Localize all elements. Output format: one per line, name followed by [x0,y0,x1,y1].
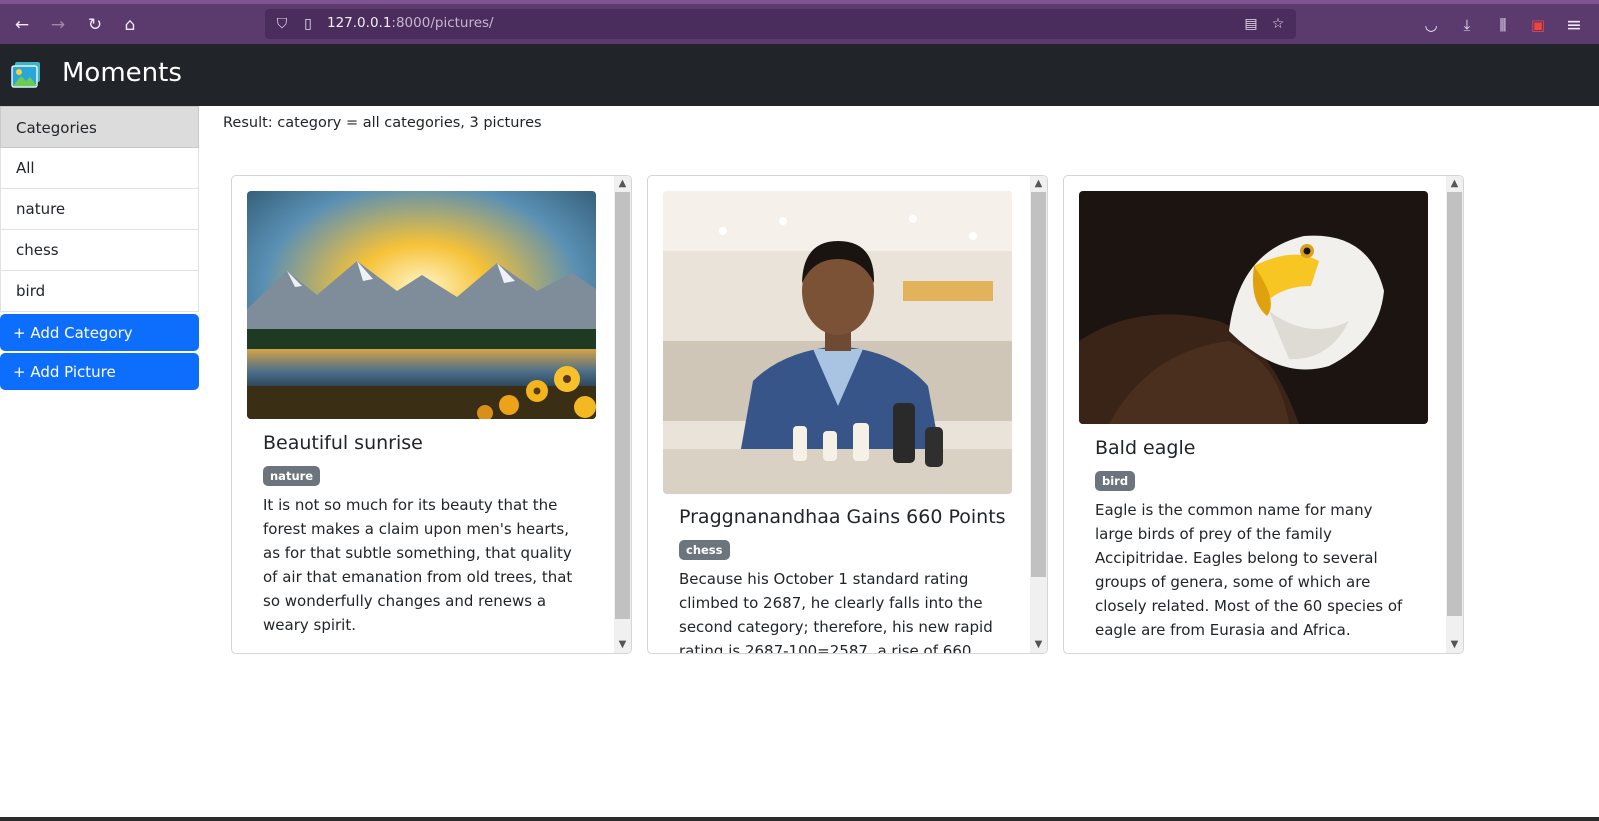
url-text[interactable]: 127.0.0.1:8000/pictures/ [327,15,494,31]
bookmark-star-icon[interactable]: ☆ [1269,15,1287,33]
reader-view-icon[interactable]: ▤ [1242,15,1260,33]
back-icon[interactable]: ← [11,14,33,36]
shield-icon[interactable]: ⛉ [273,15,291,33]
sunrise-image [247,191,596,419]
category-sidebar: Categories All nature chess bird + Add C… [0,106,199,390]
scroll-up-icon[interactable]: ▲ [614,176,631,192]
scroll-thumb[interactable] [1031,192,1046,577]
category-badge: nature [263,466,321,486]
menu-icon[interactable]: ≡ [1563,14,1585,36]
page-info-icon[interactable]: ▯ [299,15,317,33]
scroll-down-icon[interactable]: ▼ [1030,637,1047,653]
card-scrollbar[interactable]: ▲ ▼ [1446,176,1463,653]
card-description: Eagle is the common name for many large … [1095,501,1403,639]
scroll-up-icon[interactable]: ▲ [1030,176,1047,192]
pdf-icon[interactable]: ▣ [1527,14,1549,36]
card-title: Praggnanandhaa Gains 660 Points [679,506,1006,528]
category-item-chess[interactable]: chess [0,230,199,271]
forward-icon[interactable]: → [47,14,69,36]
categories-header: Categories [0,106,199,148]
chess-player-image [663,191,1012,494]
picture-card: Praggnanandhaa Gains 660 Points chess Be… [647,175,1048,654]
scroll-thumb[interactable] [1447,192,1462,616]
result-summary: Result: category = all categories, 3 pic… [223,115,542,131]
category-item-bird[interactable]: bird [0,271,199,312]
url-host: 127.0.0.1 [327,15,392,31]
card-scrollbar[interactable]: ▲ ▼ [614,176,631,653]
card-description: It is not so much for its beauty that th… [263,496,573,634]
scroll-down-icon[interactable]: ▼ [1446,637,1463,653]
download-icon[interactable]: ⤓ [1456,14,1478,36]
taskbar-edge [0,817,1599,821]
scroll-up-icon[interactable]: ▲ [1446,176,1463,192]
app-title[interactable]: Moments [62,58,182,88]
category-badge: chess [679,540,730,560]
reload-icon[interactable]: ↻ [84,14,106,36]
picture-card: Bald eagle bird Eagle is the common name… [1063,175,1464,654]
category-badge: bird [1095,471,1136,491]
library-icon[interactable]: ⫼ [1492,14,1514,36]
category-item-nature[interactable]: nature [0,189,199,230]
address-bar[interactable]: ⛉ ▯ 127.0.0.1:8000/pictures/ ▤ ☆ [265,9,1296,39]
scroll-thumb[interactable] [615,192,630,619]
url-path: :8000/pictures/ [391,15,494,31]
add-picture-button[interactable]: + Add Picture [0,353,199,390]
scroll-down-icon[interactable]: ▼ [614,637,631,653]
pictures-logo-icon[interactable] [11,61,41,89]
card-title: Beautiful sunrise [263,432,423,454]
add-category-button[interactable]: + Add Category [0,314,199,351]
home-icon[interactable]: ⌂ [119,14,141,36]
bald-eagle-image [1079,191,1428,424]
pocket-icon[interactable]: ◡ [1420,14,1442,36]
browser-toolbar: ← → ↻ ⌂ ⛉ ▯ 127.0.0.1:8000/pictures/ ▤ ☆… [0,0,1599,44]
card-scrollbar[interactable]: ▲ ▼ [1030,176,1047,653]
card-description: Because his October 1 standard rating cl… [679,570,993,653]
picture-card: Beautiful sunrise nature It is not so mu… [231,175,632,654]
card-title: Bald eagle [1095,437,1196,459]
category-item-all[interactable]: All [0,148,199,189]
app-navbar: Moments [0,44,1599,106]
